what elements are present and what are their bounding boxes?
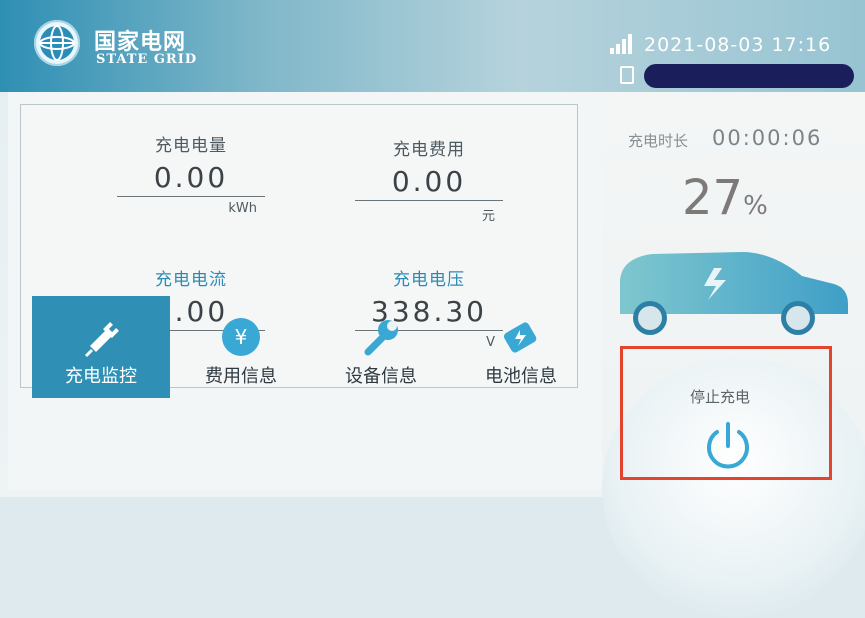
soc-unit: % [743,191,768,221]
car-icon [620,252,848,335]
voltage-label: 充电电压 [393,270,465,290]
energy-underline [117,196,265,197]
charger-status-icon [620,66,634,84]
stop-charging-label: 停止充电 [690,388,751,406]
datetime-display: 2021-08-03 17:16 [644,34,832,56]
current-label: 充电电流 [155,270,227,290]
duration-label: 充电时长 [628,132,689,150]
tab-charging-monitor[interactable]: 充电监控 [32,296,170,398]
energy-value: 0.00 [153,161,229,194]
tab-fee-info-label: 费用信息 [205,366,277,387]
header-bar: 国家电网 STATE GRID 2021-08-03 17:16 [0,0,865,92]
soc-value: 27 [682,170,744,226]
cost-label: 充电费用 [393,140,465,160]
tab-device-info-label: 设备信息 [345,366,417,387]
energy-unit: kWh [228,201,257,216]
wrench-icon [364,320,398,356]
yen-icon: ¥ [222,318,260,356]
brand-name-en: STATE GRID [96,52,198,67]
tab-charging-monitor-label: 充电监控 [65,366,137,387]
cost-unit: 元 [481,209,495,224]
state-grid-logo [34,20,80,66]
tab-battery-info[interactable]: 电池信息 [452,296,590,398]
battery-icon [503,322,537,353]
metric-cost: 充电费用 0.00 元 [355,135,503,224]
tab-device-info[interactable]: 设备信息 [312,296,450,398]
plug-icon [84,322,119,358]
tab-battery-info-label: 电池信息 [485,366,557,387]
redacted-info [644,64,854,88]
power-icon[interactable] [700,418,756,474]
duration-value: 00:00:06 [712,126,823,150]
cost-underline [355,200,503,201]
bottom-tab-bar: 充电监控 ¥ 费用信息 设备信息 电池信息 [22,296,602,406]
soc-display: 27% [682,170,768,226]
signal-icon [610,34,634,54]
svg-text:¥: ¥ [235,325,248,349]
cost-value: 0.00 [391,165,467,198]
charger-screen: 国家电网 STATE GRID 2021-08-03 17:16 充电电量 0.… [0,0,865,618]
monitor-panel: 充电电量 0.00 kWh 充电费用 0.00 元 充电电流 6.00 A 充电… [8,92,602,490]
status-panel: 充电时长 00:00:06 27% 停止充电 [602,92,865,618]
metric-energy: 充电电量 0.00 kWh [117,131,265,216]
tab-fee-info[interactable]: ¥ 费用信息 [172,296,310,398]
energy-label: 充电电量 [155,136,227,156]
